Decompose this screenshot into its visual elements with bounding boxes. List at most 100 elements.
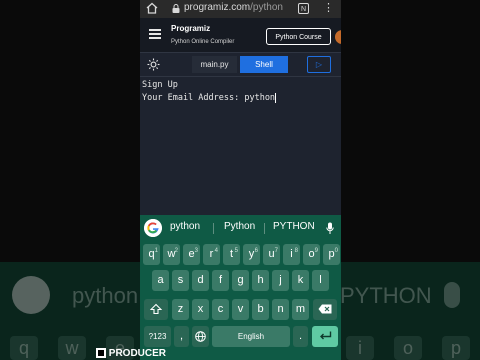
key-hint: 8 [294,248,298,254]
key-label: English [237,332,265,341]
key-l[interactable]: l [312,270,329,291]
key-q[interactable]: q1 [143,244,160,265]
key-i[interactable]: i8 [283,244,300,265]
key-label: u [268,248,275,260]
theme-toggle-sun-icon[interactable] [147,58,160,71]
key-label: e [188,248,195,260]
key-hint: 0 [334,248,338,254]
key-hint: 7 [274,248,278,254]
editor-toolbar: main.py Shell ▷ [140,53,341,77]
enter-icon [319,331,331,340]
avatar[interactable] [335,30,341,44]
key-hint: 6 [254,248,258,254]
google-icon[interactable] [144,219,162,237]
key-label: g [237,274,244,286]
key-hint: 5 [234,248,238,254]
tab-shell[interactable]: Shell [240,56,288,73]
mic-icon[interactable] [326,222,334,235]
key-label: i [290,248,293,260]
backspace-key[interactable] [313,299,337,320]
key-c[interactable]: c [212,299,229,320]
key-label: j [279,274,282,286]
suggestion-item[interactable]: python [170,221,200,232]
backspace-icon [318,304,332,314]
key-u[interactable]: u7 [263,244,280,265]
key-n[interactable]: n [272,299,289,320]
home-icon[interactable] [146,2,158,14]
key-k[interactable]: k [292,270,309,291]
key-s[interactable]: s [172,270,189,291]
key-t[interactable]: t5 [223,244,240,265]
key-label: l [319,274,322,286]
lock-icon [172,4,180,13]
phone-screen: programiz.com/python N ⋮ Programiz Pytho… [140,0,341,360]
output-line-input[interactable]: Your Email Address: python [142,92,339,105]
run-button[interactable]: ▷ [307,56,331,73]
key-label: ?123 [148,332,167,341]
key-o[interactable]: o9 [303,244,320,265]
key-d[interactable]: d [192,270,209,291]
enter-key[interactable] [312,326,338,347]
key-label: p [328,248,335,260]
key-label: x [197,303,204,315]
watermark-text: PRODUCER [108,348,167,359]
key-label: b [257,303,264,315]
key-label: , [179,330,184,342]
key-p[interactable]: p0 [323,244,340,265]
key-label: n [277,303,284,315]
key-label: k [297,274,304,286]
key-m[interactable]: m [292,299,309,320]
key-label: . [298,330,303,342]
play-icon: ▷ [315,60,323,69]
key-hint: 3 [194,248,198,254]
key-label: c [217,303,224,315]
key-label: r [209,248,214,260]
key-a[interactable]: a [152,270,169,291]
key-label: v [237,303,244,315]
key-y[interactable]: y6 [243,244,260,265]
key-label: d [197,274,204,286]
input-prompt-text: Your Email Address: python [142,93,276,103]
python-course-button[interactable]: Python Course [266,28,331,45]
suggestion-item[interactable]: Python [224,221,255,232]
key-v[interactable]: v [232,299,249,320]
key-b[interactable]: b [252,299,269,320]
key-label: z [177,303,184,315]
period-key[interactable]: . [293,326,308,347]
shell-output[interactable]: Sign Up Your Email Address: python [142,79,339,105]
key-j[interactable]: j [272,270,289,291]
watermark: PRODUCER [96,348,166,359]
key-label: h [257,274,264,286]
key-hint: 2 [174,248,178,254]
key-f[interactable]: f [212,270,229,291]
key-r[interactable]: r4 [203,244,220,265]
globe-icon [195,331,206,342]
programiz-logo[interactable]: Programiz [171,24,210,33]
url-text[interactable]: programiz.com/python [184,2,283,13]
recorder-icon [96,348,106,359]
key-h[interactable]: h [252,270,269,291]
key-x[interactable]: x [192,299,209,320]
shift-icon [149,303,163,315]
language-key[interactable] [192,326,209,347]
key-z[interactable]: z [172,299,189,320]
comma-key[interactable]: , [174,326,189,347]
symbols-key[interactable]: ?123 [144,326,171,347]
space-key[interactable]: English [212,326,290,347]
suggestion-divider [264,223,265,234]
tab-main-py[interactable]: main.py [192,56,237,73]
output-line: Sign Up [142,80,178,90]
browser-address-bar[interactable]: programiz.com/python N ⋮ [140,0,341,18]
key-w[interactable]: w2 [163,244,180,265]
suggestion-divider [213,223,214,234]
url-path: /python [250,2,283,13]
more-options-icon[interactable]: ⋮ [323,1,334,14]
key-e[interactable]: e3 [183,244,200,265]
key-label: q [148,248,155,260]
tabs-count-icon[interactable]: N [298,3,309,14]
shift-key[interactable] [144,299,168,320]
hamburger-menu-icon[interactable] [149,29,161,39]
key-g[interactable]: g [232,270,249,291]
suggestion-item[interactable]: PYTHON [273,221,315,232]
site-header: Programiz Python Online Compiler Python … [140,18,341,53]
